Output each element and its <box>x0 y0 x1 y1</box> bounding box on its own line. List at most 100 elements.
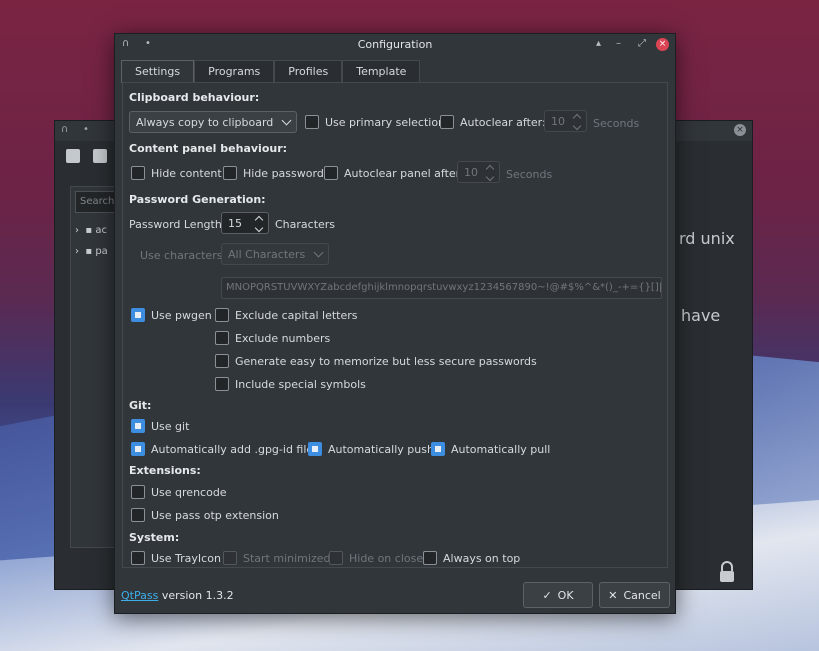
cancel-button[interactable]: ✕ Cancel <box>599 582 670 608</box>
auto-push-checkbox[interactable] <box>308 442 322 456</box>
auto-pull-checkbox[interactable] <box>431 442 445 456</box>
window-title: Configuration <box>357 38 433 51</box>
use-trayicon-checkbox[interactable] <box>131 551 145 565</box>
use-qrencode-checkbox[interactable] <box>131 485 145 499</box>
ok-button[interactable]: ✓ OK <box>523 582 593 608</box>
use-trayicon-option[interactable]: Use TrayIcon <box>131 551 221 565</box>
hide-password-option[interactable]: Hide password <box>223 166 324 180</box>
titlebar: ∩ • Configuration ▴ – ⤢ × <box>115 34 675 56</box>
exclude-capital-checkbox[interactable] <box>215 308 229 322</box>
seconds-label: Seconds <box>593 117 640 130</box>
content-panel-heading: Content panel behaviour: <box>129 142 288 155</box>
start-minimized-checkbox <box>223 551 237 565</box>
auto-push-label: Automatically push <box>328 442 434 456</box>
keep-above-icon[interactable]: ▴ <box>596 38 601 49</box>
password-generation-heading: Password Generation: <box>129 193 266 206</box>
hide-on-close-option: Hide on close <box>329 551 423 565</box>
exclude-capital-option[interactable]: Exclude capital letters <box>215 308 358 322</box>
autoclear-panel-option[interactable]: Autoclear panel after: <box>324 166 464 180</box>
hide-on-close-checkbox <box>329 551 343 565</box>
tab-profiles[interactable]: Profiles <box>274 60 343 83</box>
auto-add-gpg-id-option[interactable]: Automatically add .gpg-id files <box>131 442 319 456</box>
close-icon[interactable]: × <box>734 124 746 136</box>
always-on-top-option[interactable]: Always on top <box>423 551 520 565</box>
system-heading: System: <box>129 531 180 544</box>
use-pass-otp-option[interactable]: Use pass otp extension <box>131 508 279 522</box>
use-pwgen-label: Use pwgen <box>151 308 212 322</box>
start-minimized-option: Start minimized <box>223 551 330 565</box>
hide-password-label: Hide password <box>243 166 324 180</box>
use-git-option[interactable]: Use git <box>131 419 189 433</box>
use-pass-otp-checkbox[interactable] <box>131 508 145 522</box>
use-primary-selection-label: Use primary selection <box>325 115 446 129</box>
use-pass-otp-label: Use pass otp extension <box>151 508 279 522</box>
autoclear-label: Autoclear after: <box>460 115 546 129</box>
use-pwgen-option[interactable]: Use pwgen <box>131 308 212 322</box>
tab-template[interactable]: Template <box>342 60 421 83</box>
seconds-label: Seconds <box>506 168 553 181</box>
exclude-numbers-option[interactable]: Exclude numbers <box>215 331 330 345</box>
use-git-label: Use git <box>151 419 190 433</box>
hide-password-checkbox[interactable] <box>223 166 237 180</box>
extensions-heading: Extensions: <box>129 464 201 477</box>
tree-item[interactable]: › ▪ ac <box>75 225 107 243</box>
charset-field[interactable]: MNOPQRSTUVWXYZabcdefghijklmnopqrstuvwxyz… <box>221 277 662 299</box>
content-text: rd unix <box>679 229 735 248</box>
exclude-numbers-label: Exclude numbers <box>235 331 331 345</box>
hide-on-close-label: Hide on close <box>349 551 424 565</box>
auto-pull-option[interactable]: Automatically pull <box>431 442 550 456</box>
auto-add-gpg-id-checkbox[interactable] <box>131 442 145 456</box>
use-characters-value: All Characters <box>228 247 306 261</box>
pin-icon: • <box>83 124 89 135</box>
auto-push-option[interactable]: Automatically push <box>308 442 434 456</box>
password-length-spinbox[interactable]: 15 <box>221 212 269 234</box>
clipboard-mode-select[interactable]: Always copy to clipboard <box>129 111 297 133</box>
exclude-numbers-checkbox[interactable] <box>215 331 229 345</box>
use-qrencode-label: Use qrencode <box>151 485 227 499</box>
qtpass-link[interactable]: QtPass <box>121 589 158 602</box>
spin-arrows-icon <box>572 113 582 131</box>
hide-content-label: Hide content <box>151 166 222 180</box>
minimize-icon[interactable]: – <box>616 38 621 49</box>
autoclear-panel-seconds-value: 10 <box>464 165 478 179</box>
easy-to-memorize-label: Generate easy to memorize but less secur… <box>235 354 537 368</box>
include-special-option[interactable]: Include special symbols <box>215 377 366 391</box>
use-qrencode-option[interactable]: Use qrencode <box>131 485 227 499</box>
lock-icon: ∩ <box>61 124 69 135</box>
autoclear-seconds-spinbox[interactable]: 10 <box>544 110 587 132</box>
use-trayicon-label: Use TrayIcon <box>151 551 221 565</box>
autoclear-option[interactable]: Autoclear after: <box>440 115 546 129</box>
tree-item[interactable]: › ▪ pa <box>75 246 108 264</box>
tab-settings[interactable]: Settings <box>121 60 195 83</box>
auto-pull-label: Automatically pull <box>451 442 551 456</box>
ok-label: OK <box>557 588 574 602</box>
use-characters-select[interactable]: All Characters <box>221 243 329 265</box>
easy-to-memorize-option[interactable]: Generate easy to memorize but less secur… <box>215 354 537 368</box>
hide-content-checkbox[interactable] <box>131 166 145 180</box>
autoclear-checkbox[interactable] <box>440 115 454 129</box>
autoclear-panel-checkbox[interactable] <box>324 166 338 180</box>
close-icon[interactable]: × <box>656 38 669 51</box>
use-git-checkbox[interactable] <box>131 419 145 433</box>
tab-programs[interactable]: Programs <box>194 60 275 83</box>
use-characters-label: Use characters: <box>140 249 227 262</box>
add-folder-icon[interactable] <box>93 149 107 163</box>
use-primary-selection-checkbox[interactable] <box>305 115 319 129</box>
easy-to-memorize-checkbox[interactable] <box>215 354 229 368</box>
configuration-dialog: ∩ • Configuration ▴ – ⤢ × Settings Progr… <box>114 33 676 614</box>
add-file-icon[interactable] <box>66 149 80 163</box>
tab-bar: Settings Programs Profiles Template <box>121 60 421 83</box>
maximize-icon[interactable]: ⤢ <box>638 38 646 49</box>
hide-content-option[interactable]: Hide content <box>131 166 222 180</box>
use-primary-selection-option[interactable]: Use primary selection <box>305 115 445 129</box>
include-special-checkbox[interactable] <box>215 377 229 391</box>
version-text: version 1.3.2 <box>158 589 234 602</box>
include-special-label: Include special symbols <box>235 377 366 391</box>
settings-panel: Clipboard behaviour: Always copy to clip… <box>122 82 668 568</box>
git-heading: Git: <box>129 399 152 412</box>
always-on-top-checkbox[interactable] <box>423 551 437 565</box>
autoclear-panel-seconds-spinbox[interactable]: 10 <box>457 161 500 183</box>
use-pwgen-checkbox[interactable] <box>131 308 145 322</box>
start-minimized-label: Start minimized <box>243 551 331 565</box>
chevron-down-icon <box>313 247 324 257</box>
